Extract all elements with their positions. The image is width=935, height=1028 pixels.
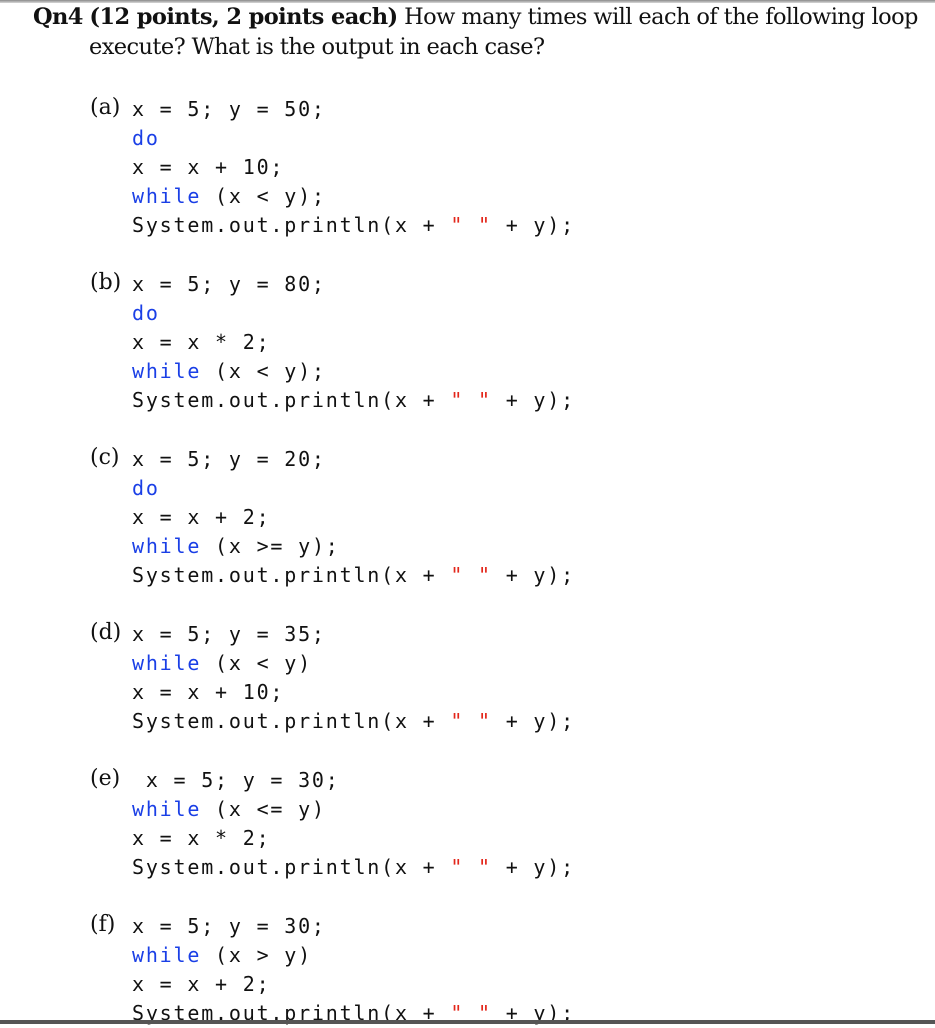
code-line: while (x > y) <box>132 941 575 970</box>
code-text: (x <= y) <box>201 797 326 821</box>
code-line: x = x + 2; <box>132 970 575 999</box>
code-string: " " <box>450 709 492 733</box>
code-line: System.out.println(x + " " + y); <box>132 211 575 240</box>
code-line: do <box>132 124 575 153</box>
code-text: + y); <box>491 388 575 412</box>
code-keyword: while <box>132 797 202 821</box>
code-line: while (x < y); <box>132 182 575 211</box>
code-keyword: do <box>132 126 160 150</box>
question-header: Qn4 (12 points, 2 points each) How many … <box>33 2 935 62</box>
code-text: x = 5; y = 20; <box>132 447 326 471</box>
code-line: x = 5; y = 30; <box>132 766 575 795</box>
code-line: System.out.println(x + " " + y); <box>132 386 575 415</box>
code-block: x = 5; y = 20; do x = x + 2; while (x >= y)… <box>132 445 575 590</box>
code-text: x = x * 2; <box>132 330 271 354</box>
part-label: (f) <box>90 912 116 937</box>
code-text: + y); <box>491 709 575 733</box>
code-block: x = 5; y = 35; while (x < y) x = x + 10; Sy… <box>132 620 575 736</box>
code-text: x = 5; y = 35; <box>132 622 326 646</box>
code-line: x = 5; y = 80; <box>132 270 575 299</box>
code-line: x = x + 10; <box>132 678 575 707</box>
code-text: (x < y); <box>201 359 326 383</box>
code-line: x = x * 2; <box>132 824 575 853</box>
code-text: + y); <box>491 213 575 237</box>
code-string: " " <box>450 563 492 587</box>
question-points: (12 points, 2 points each) <box>89 4 398 30</box>
part-label: (e) <box>90 766 121 791</box>
code-text: System.out.println(x + <box>132 709 451 733</box>
code-line: while (x <= y) <box>132 795 575 824</box>
code-text: (x < y) <box>201 651 312 675</box>
code-text: x = x + 10; <box>132 680 285 704</box>
code-text: x = 5; y = 30; <box>132 914 326 938</box>
question-prompt-2: execute? What is the output in each case… <box>89 34 545 60</box>
code-text: x = 5; y = 30; <box>132 768 340 792</box>
code-text: x = x + 10; <box>132 155 285 179</box>
code-block: x = 5; y = 30; while (x <= y) x = x * 2; Sy… <box>132 766 575 882</box>
code-text: x = x * 2; <box>132 826 271 850</box>
code-keyword: do <box>132 301 160 325</box>
code-line: x = 5; y = 50; <box>132 95 575 124</box>
code-text: (x < y); <box>201 184 326 208</box>
code-line: System.out.println(x + " " + y); <box>132 853 575 882</box>
code-line: x = 5; y = 20; <box>132 445 575 474</box>
code-line: x = x + 2; <box>132 503 575 532</box>
question-prompt-1: How many times will each of the followin… <box>404 4 918 30</box>
code-text: + y); <box>491 563 575 587</box>
code-text: (x > y) <box>201 943 312 967</box>
code-line: System.out.println(x + " " + y); <box>132 707 575 736</box>
code-text: System.out.println(x + <box>132 855 451 879</box>
code-string: " " <box>450 388 492 412</box>
code-line: while (x < y) <box>132 649 575 678</box>
code-string: " " <box>450 855 492 879</box>
part-label: (a) <box>90 95 121 120</box>
code-line: x = 5; y = 30; <box>132 912 575 941</box>
code-string: " " <box>450 213 492 237</box>
bottom-edge <box>0 1020 935 1024</box>
code-line: System.out.println(x + " " + y); <box>132 561 575 590</box>
code-block: x = 5; y = 80; do x = x * 2; while (x < y);… <box>132 270 575 415</box>
code-keyword: while <box>132 359 202 383</box>
code-text: System.out.println(x + <box>132 388 451 412</box>
code-line: while (x >= y); <box>132 532 575 561</box>
part-label: (c) <box>90 445 120 470</box>
code-block: x = 5; y = 30; while (x > y) x = x + 2; Sys… <box>132 912 575 1028</box>
code-line: while (x < y); <box>132 357 575 386</box>
code-block: x = 5; y = 50; do x = x + 10; while (x < y)… <box>132 95 575 240</box>
code-keyword: while <box>132 184 202 208</box>
code-line: x = x + 10; <box>132 153 575 182</box>
code-text: x = x + 2; <box>132 972 271 996</box>
code-keyword: while <box>132 534 202 558</box>
part-label: (b) <box>90 270 122 295</box>
code-text: x = 5; y = 50; <box>132 97 326 121</box>
code-text: System.out.println(x + <box>132 563 451 587</box>
code-text: x = x + 2; <box>132 505 271 529</box>
code-keyword: do <box>132 476 160 500</box>
code-line: x = x * 2; <box>132 328 575 357</box>
code-text: + y); <box>491 855 575 879</box>
code-line: do <box>132 474 575 503</box>
code-line: x = 5; y = 35; <box>132 620 575 649</box>
code-line: do <box>132 299 575 328</box>
part-label: (d) <box>90 620 122 645</box>
code-text: System.out.println(x + <box>132 213 451 237</box>
question-number: Qn4 <box>33 4 83 30</box>
code-keyword: while <box>132 651 202 675</box>
code-text: (x >= y); <box>201 534 340 558</box>
code-text: x = 5; y = 80; <box>132 272 326 296</box>
question-line-1: Qn4 (12 points, 2 points each) How many … <box>33 2 935 32</box>
code-keyword: while <box>132 943 202 967</box>
